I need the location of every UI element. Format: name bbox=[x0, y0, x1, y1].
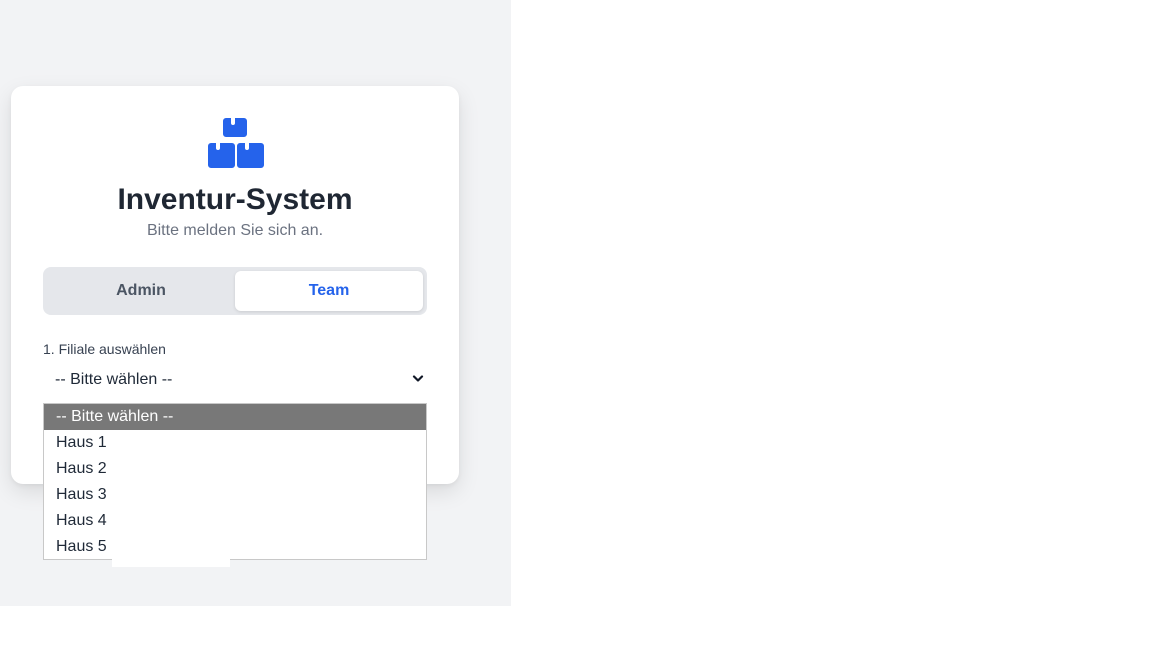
branch-select[interactable]: -- Bitte wählen -- bbox=[43, 366, 427, 394]
role-tabs: Admin Team bbox=[43, 267, 427, 315]
branch-select-value: -- Bitte wählen -- bbox=[55, 371, 173, 388]
app-title: Inventur-System bbox=[117, 183, 353, 216]
branch-dropdown-list: -- Bitte wählen -- Haus 1 Haus 2 Haus 3 … bbox=[43, 403, 427, 560]
dropdown-option-haus-5[interactable]: Haus 5 bbox=[44, 534, 426, 560]
dropdown-option-placeholder[interactable]: -- Bitte wählen -- bbox=[44, 404, 426, 430]
chevron-down-icon bbox=[412, 375, 424, 382]
dropdown-option-haus-4[interactable]: Haus 4 bbox=[44, 508, 426, 534]
tab-team[interactable]: Team bbox=[235, 271, 423, 311]
branch-select-label: 1. Filiale auswählen bbox=[43, 341, 166, 357]
dropdown-option-haus-3[interactable]: Haus 3 bbox=[44, 482, 426, 508]
dropdown-option-haus-2[interactable]: Haus 2 bbox=[44, 456, 426, 482]
render-artifact bbox=[112, 558, 230, 567]
app-subtitle: Bitte melden Sie sich an. bbox=[146, 222, 324, 239]
tab-admin[interactable]: Admin bbox=[47, 271, 235, 311]
boxes-icon bbox=[208, 118, 264, 168]
dropdown-option-haus-1[interactable]: Haus 1 bbox=[44, 430, 426, 456]
